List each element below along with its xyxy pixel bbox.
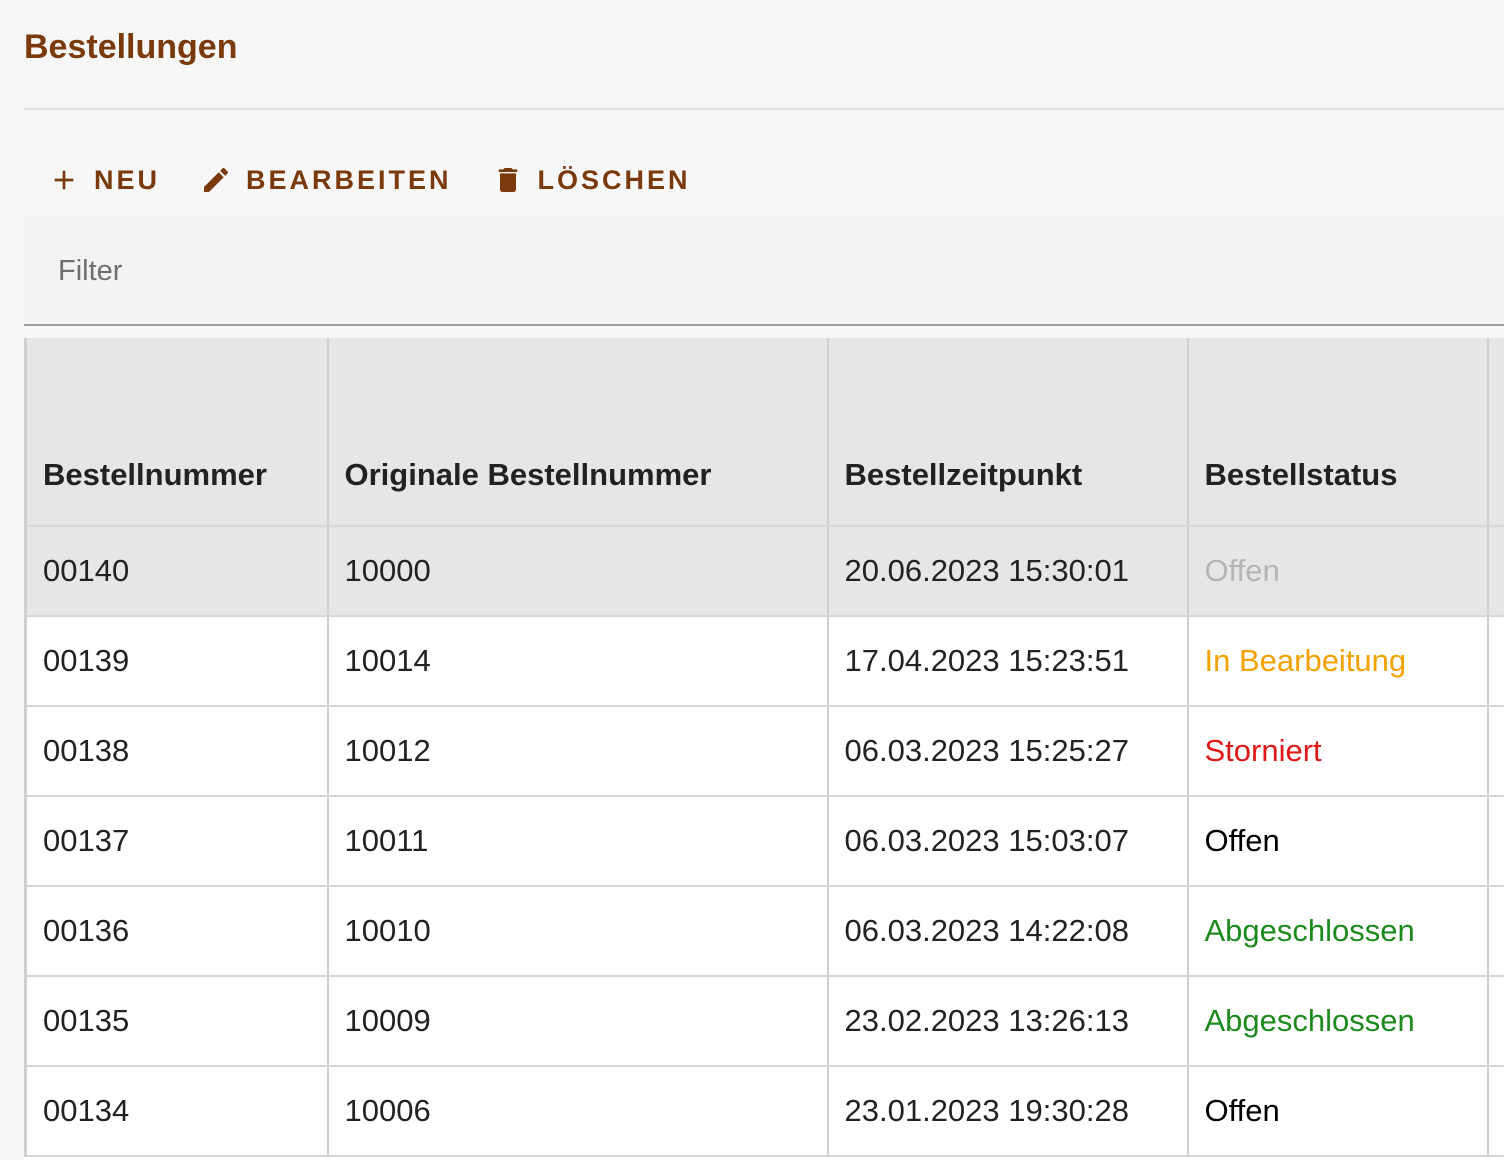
table-row[interactable]: 00140 10000 20.06.2023 15:30:01 Offen I — [24, 526, 1504, 617]
cell-order-time: 06.03.2023 15:25:27 — [827, 706, 1189, 797]
cell-truncated: I — [1487, 976, 1504, 1067]
column-header-order-time[interactable]: Bestellzeitpunkt — [827, 338, 1189, 527]
cell-original-order-number: 10009 — [327, 976, 829, 1067]
new-button[interactable]: NEU — [40, 150, 168, 210]
cell-order-status: In Bearbeitung — [1187, 616, 1489, 707]
trash-icon — [498, 168, 517, 192]
cell-truncated: I — [1487, 1066, 1504, 1157]
new-button-label: NEU — [94, 164, 161, 195]
table-row[interactable]: 00136 10010 06.03.2023 14:22:08 Abgeschl… — [24, 886, 1504, 977]
delete-button-label: LÖSCHEN — [537, 164, 691, 195]
cell-original-order-number: 10000 — [327, 526, 829, 617]
orders-table: Bestellnummer Originale Bestellnummer Be… — [24, 338, 1504, 1160]
cell-truncated: I — [1487, 616, 1504, 707]
edit-button[interactable]: BEARBEITEN — [192, 150, 460, 210]
cell-order-time: 20.06.2023 15:30:01 — [827, 526, 1189, 617]
cell-original-order-number: 10012 — [327, 706, 829, 797]
cell-order-number: 00139 — [24, 616, 329, 707]
cell-order-status: Offen — [1187, 1066, 1489, 1157]
table-row[interactable]: 00134 10006 23.01.2023 19:30:28 Offen I — [24, 1066, 1504, 1157]
filter-input[interactable] — [56, 246, 1460, 296]
edit-button-label: BEARBEITEN — [246, 164, 452, 195]
column-header-order-status[interactable]: Bestellstatus — [1187, 338, 1489, 527]
cell-truncated: I — [1487, 886, 1504, 977]
plus-icon — [54, 170, 74, 190]
delete-button[interactable]: LÖSCHEN — [484, 150, 699, 210]
cell-order-time: 06.03.2023 15:03:07 — [827, 796, 1189, 887]
cell-order-number: 00138 — [24, 706, 329, 797]
cell-original-order-number: 10011 — [327, 796, 829, 887]
cell-original-order-number: 10010 — [327, 886, 829, 977]
cell-order-number: 00136 — [24, 886, 329, 977]
cell-order-status: Offen — [1187, 526, 1489, 617]
table-row[interactable]: 00138 10012 06.03.2023 15:25:27 Stornier… — [24, 706, 1504, 797]
column-header-truncated[interactable]: V — [1487, 338, 1504, 527]
cell-truncated: I — [1487, 796, 1504, 887]
table-row[interactable]: 00137 10011 06.03.2023 15:03:07 Offen I — [24, 796, 1504, 887]
cell-order-time: 17.04.2023 15:23:51 — [827, 616, 1189, 707]
cell-original-order-number: 10006 — [327, 1066, 829, 1157]
filter-field — [24, 216, 1504, 326]
header-divider — [24, 108, 1504, 110]
pencil-icon — [204, 167, 229, 192]
cell-order-status: Storniert — [1187, 706, 1489, 797]
column-header-original-order-number[interactable]: Originale Bestellnummer — [327, 338, 829, 527]
cell-order-status: Offen — [1187, 796, 1489, 887]
column-header-order-number[interactable]: Bestellnummer — [24, 338, 329, 527]
cell-order-number: 00140 — [24, 526, 329, 617]
cell-order-number: 00134 — [24, 1066, 329, 1157]
cell-original-order-number: 10014 — [327, 616, 829, 707]
cell-order-number: 00135 — [24, 976, 329, 1067]
cell-order-time: 23.01.2023 19:30:28 — [827, 1066, 1189, 1157]
page-title: Bestellungen — [24, 28, 238, 66]
cell-order-number: 00137 — [24, 796, 329, 887]
toolbar: NEU BEARBEITEN LÖSCHEN — [40, 150, 699, 210]
cell-order-status: Abgeschlossen — [1187, 976, 1489, 1067]
table-header-row: Bestellnummer Originale Bestellnummer Be… — [24, 338, 1504, 527]
table-row[interactable]: 00135 10009 23.02.2023 13:26:13 Abgeschl… — [24, 976, 1504, 1067]
table-row[interactable]: 00139 10014 17.04.2023 15:23:51 In Bearb… — [24, 616, 1504, 707]
cell-truncated: I — [1487, 526, 1504, 617]
cell-order-status: Abgeschlossen — [1187, 886, 1489, 977]
cell-order-time: 23.02.2023 13:26:13 — [827, 976, 1189, 1067]
cell-truncated: I — [1487, 706, 1504, 797]
cell-order-time: 06.03.2023 14:22:08 — [827, 886, 1189, 977]
